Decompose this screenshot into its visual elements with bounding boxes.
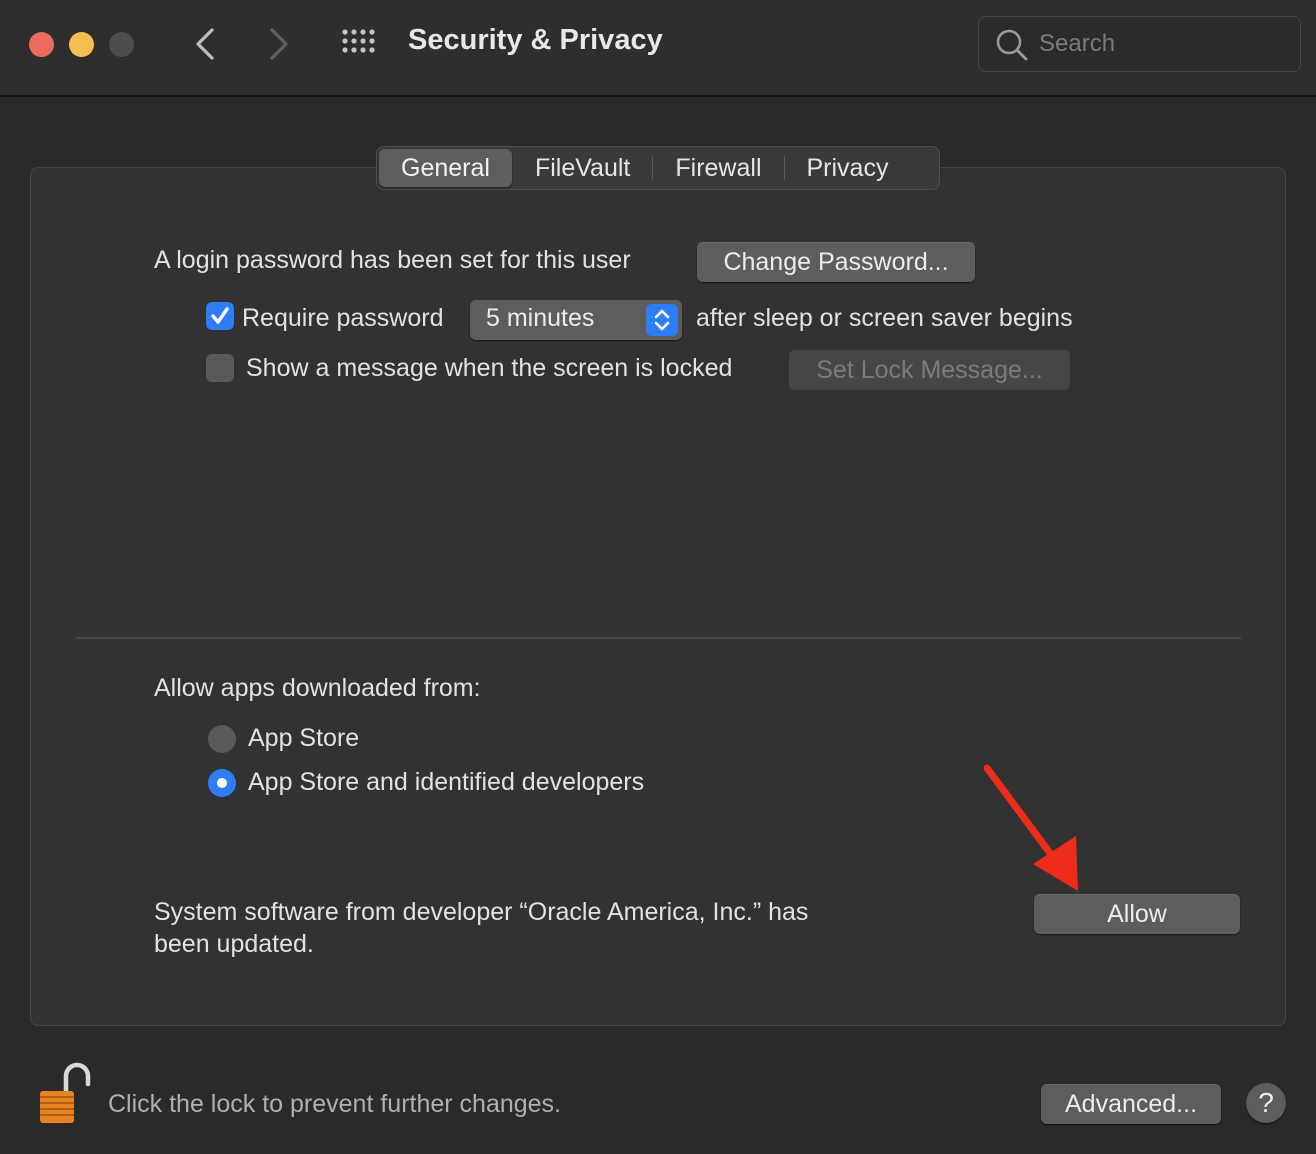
app-store-radio[interactable] xyxy=(208,725,236,753)
require-password-checkbox[interactable] xyxy=(206,302,234,330)
tab-firewall[interactable]: Firewall xyxy=(653,149,783,187)
help-button[interactable]: ? xyxy=(1246,1083,1286,1123)
back-chevron-icon[interactable] xyxy=(190,26,220,62)
popup-selected-value: 5 minutes xyxy=(486,304,595,332)
show-all-grid-icon[interactable] xyxy=(340,27,380,59)
section-divider xyxy=(76,637,1241,639)
popup-stepper-arrows xyxy=(646,304,678,336)
allow-apps-heading: Allow apps downloaded from: xyxy=(154,674,481,702)
require-password-delay-popup[interactable]: 5 minutes xyxy=(470,300,682,340)
login-password-text: A login password has been set for this u… xyxy=(154,246,631,274)
forward-chevron-icon[interactable] xyxy=(264,26,294,62)
tab-filevault[interactable]: FileVault xyxy=(513,149,652,187)
app-store-identified-radio[interactable] xyxy=(208,769,236,797)
tab-bar: General FileVault Firewall Privacy xyxy=(376,146,940,190)
system-software-message-line1: System software from developer “Oracle A… xyxy=(154,898,809,926)
set-lock-message-button[interactable]: Set Lock Message... xyxy=(789,350,1070,390)
close-window-button[interactable] xyxy=(29,32,54,57)
window-title: Security & Privacy xyxy=(408,24,663,56)
require-password-label: Require password xyxy=(242,304,444,332)
show-message-label: Show a message when the screen is locked xyxy=(246,354,733,382)
change-password-button[interactable]: Change Password... xyxy=(697,242,975,282)
app-store-identified-radio-label: App Store and identified developers xyxy=(248,768,645,796)
tab-general[interactable]: General xyxy=(379,149,512,187)
show-message-checkbox[interactable] xyxy=(206,354,234,382)
app-store-radio-label: App Store xyxy=(248,724,360,752)
up-down-chevron-icon xyxy=(654,309,670,331)
system-software-message-line2: been updated. xyxy=(154,930,314,958)
title-bar: Security & Privacy xyxy=(0,0,1316,97)
annotation-arrow-icon xyxy=(983,764,1078,891)
search-icon xyxy=(996,29,1028,61)
zoom-window-button[interactable] xyxy=(109,32,134,57)
advanced-button[interactable]: Advanced... xyxy=(1041,1084,1221,1124)
after-sleep-text: after sleep or screen saver begins xyxy=(696,304,1073,332)
allow-button[interactable]: Allow xyxy=(1034,894,1240,934)
minimize-window-button[interactable] xyxy=(69,32,94,57)
search-field[interactable] xyxy=(978,16,1301,72)
search-input[interactable] xyxy=(1039,25,1289,63)
tab-privacy[interactable]: Privacy xyxy=(785,149,911,187)
unlocked-padlock-icon[interactable] xyxy=(36,1062,92,1126)
checkmark-icon xyxy=(211,307,229,324)
lock-status-text: Click the lock to prevent further change… xyxy=(108,1090,562,1118)
